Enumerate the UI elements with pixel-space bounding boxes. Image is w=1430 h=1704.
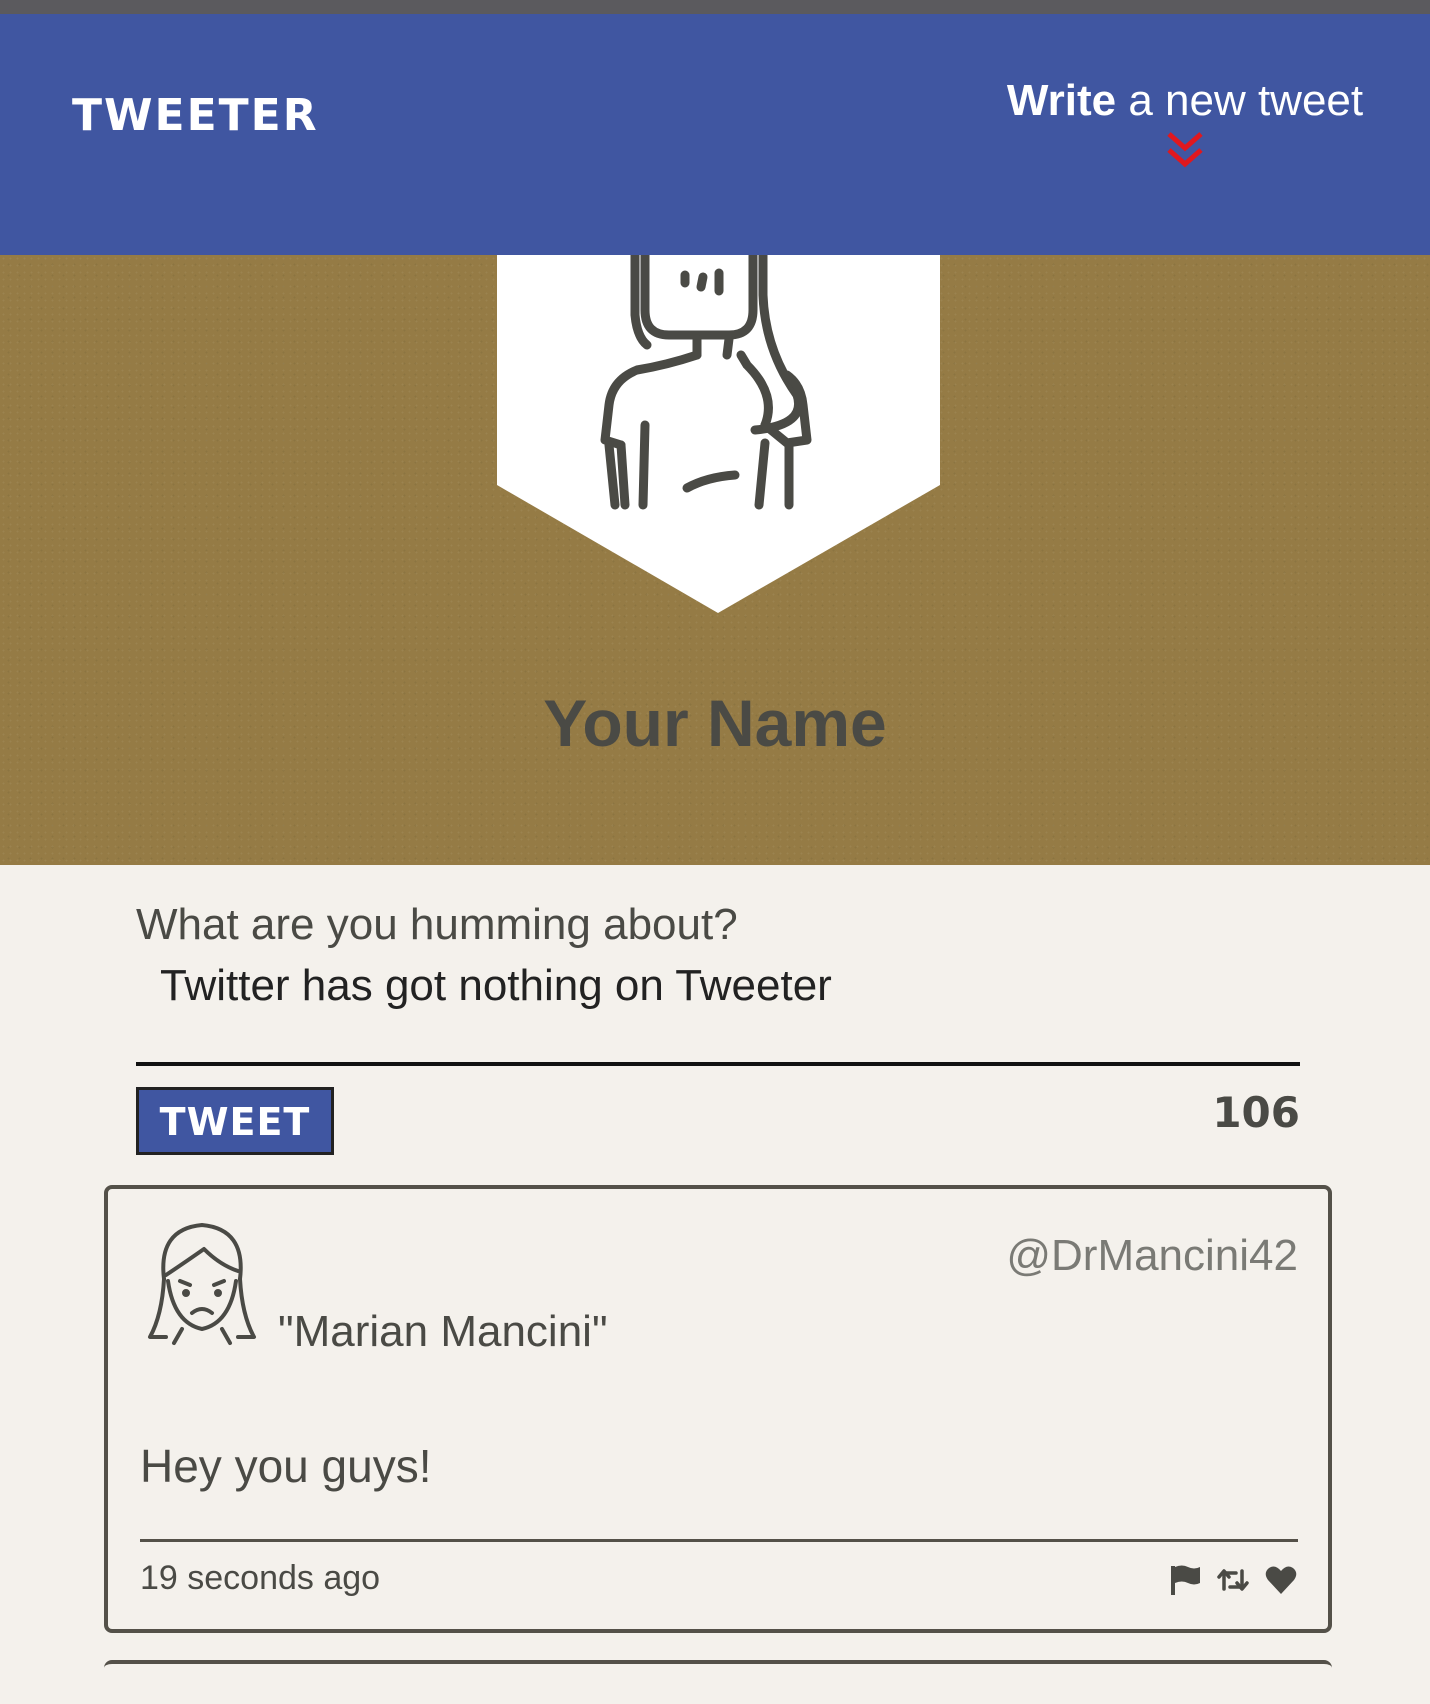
profile-banner: Your Name [0,255,1430,865]
tweet-actions [1168,1563,1298,1597]
tweet-divider [140,1539,1298,1542]
profile-avatar-badge [497,255,940,613]
chevron-double-down-icon[interactable] [1163,130,1207,170]
tweet-author-name: "Marian Mancini" [278,1307,608,1356]
composer-label: What are you humming about? [136,900,738,949]
composer-underline [136,1062,1300,1066]
heart-icon[interactable] [1264,1563,1298,1597]
tweet-timestamp: 19 seconds ago [140,1559,381,1597]
profile-name: Your Name [543,686,887,760]
compose-toggle-text: a new tweet [1116,76,1364,125]
retweet-icon[interactable] [1216,1563,1250,1597]
character-counter: 106 [1212,1088,1300,1137]
flag-icon[interactable] [1168,1563,1202,1597]
tweet-card: "Marian Mancini" @DrMancini42 Hey you gu… [104,1185,1332,1633]
avatar-icon [148,1223,256,1345]
compose-toggle-bold: Write [1006,76,1117,125]
tweet-author-handle: @DrMancini42 [1006,1231,1298,1280]
nav-bar: TWEETER Write a new tweet [0,14,1430,255]
write-new-tweet-toggle[interactable]: Write a new tweet [990,76,1380,170]
tweet-composer: What are you humming about? TWEET 106 [136,900,1300,1155]
tweet-text-input[interactable] [136,958,1300,1014]
tweet-submit-button[interactable]: TWEET [136,1087,334,1155]
tweet-body: Hey you guys! [140,1440,432,1492]
brand-logo[interactable]: TWEETER [72,90,319,141]
window-top-strip [0,0,1430,14]
